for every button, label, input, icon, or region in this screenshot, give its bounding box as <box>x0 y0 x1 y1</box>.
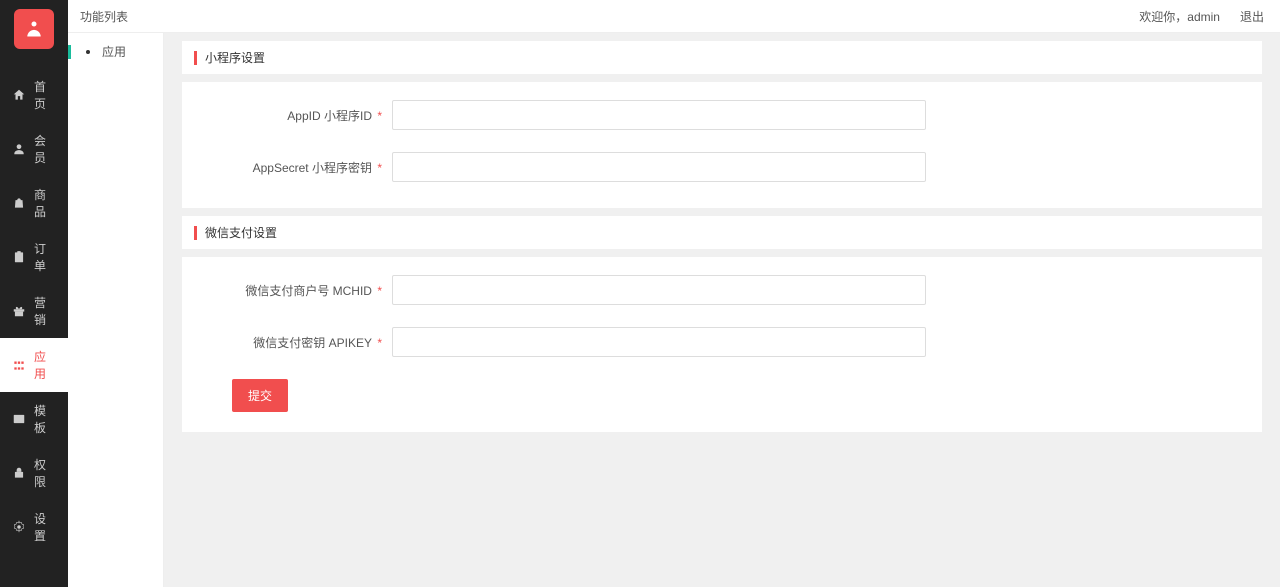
mchid-label: 微信支付商户号 MCHID * <box>202 282 392 299</box>
appid-label: AppID 小程序ID * <box>202 107 392 124</box>
mchid-input[interactable] <box>392 275 926 305</box>
logout-link[interactable]: 退出 <box>1240 8 1264 25</box>
required-mark: * <box>374 336 382 350</box>
logo <box>0 0 68 58</box>
nav-member-label: 会员 <box>34 132 56 166</box>
header-title: 功能列表 <box>80 8 128 25</box>
subnav-item-label: 应用 <box>102 43 126 60</box>
nav-home-label: 首页 <box>34 78 56 112</box>
nav-home[interactable]: 首页 <box>0 68 68 122</box>
app-icon <box>12 358 26 372</box>
main-sidebar: 首页 会员 商品 订单 营销 应用 <box>0 0 68 587</box>
user-icon <box>12 142 26 156</box>
nav-order[interactable]: 订单 <box>0 230 68 284</box>
nav-permission-label: 权限 <box>34 456 56 490</box>
sub-nav: 应用 <box>68 33 164 587</box>
miniprogram-card-body: AppID 小程序ID * AppSecret 小程序密钥 * <box>182 82 1262 208</box>
nav-marketing-label: 营销 <box>34 294 56 328</box>
bag-icon <box>12 196 26 210</box>
lock-icon <box>12 466 26 480</box>
appsecret-input[interactable] <box>392 152 926 182</box>
nav-app[interactable]: 应用 <box>0 338 68 392</box>
nav-app-label: 应用 <box>34 348 56 382</box>
nav-settings-label: 设置 <box>34 510 56 544</box>
wxpay-title: 微信支付设置 <box>205 224 277 241</box>
gift-icon <box>12 304 26 318</box>
wxpay-card-body: 微信支付商户号 MCHID * 微信支付密钥 APIKEY * 提交 <box>182 257 1262 432</box>
top-header: 功能列表 欢迎你，admin 退出 <box>68 0 1280 33</box>
nav-permission[interactable]: 权限 <box>0 446 68 500</box>
required-mark: * <box>374 284 382 298</box>
apikey-label: 微信支付密钥 APIKEY * <box>202 334 392 351</box>
nav-marketing[interactable]: 营销 <box>0 284 68 338</box>
image-icon <box>12 412 26 426</box>
miniprogram-title: 小程序设置 <box>205 49 265 66</box>
nav-goods-label: 商品 <box>34 186 56 220</box>
clipboard-icon <box>12 250 26 264</box>
submit-button[interactable]: 提交 <box>232 379 288 412</box>
required-mark: * <box>374 161 382 175</box>
nav-template-label: 模板 <box>34 402 56 436</box>
gear-icon <box>12 520 26 534</box>
nav-goods[interactable]: 商品 <box>0 176 68 230</box>
apikey-input[interactable] <box>392 327 926 357</box>
appid-input[interactable] <box>392 100 926 130</box>
required-mark: * <box>374 109 382 123</box>
bullet-icon <box>86 50 90 54</box>
logo-icon <box>14 9 54 49</box>
miniprogram-card-header: 小程序设置 <box>182 41 1262 74</box>
nav-order-label: 订单 <box>34 240 56 274</box>
nav-member[interactable]: 会员 <box>0 122 68 176</box>
nav-settings[interactable]: 设置 <box>0 500 68 554</box>
main-content: 小程序设置 AppID 小程序ID * <box>164 33 1280 587</box>
nav-template[interactable]: 模板 <box>0 392 68 446</box>
subnav-item-app[interactable]: 应用 <box>68 33 163 70</box>
wxpay-card-header: 微信支付设置 <box>182 216 1262 249</box>
appsecret-label: AppSecret 小程序密钥 * <box>202 159 392 176</box>
header-welcome: 欢迎你，admin <box>1139 8 1220 25</box>
home-icon <box>12 88 26 102</box>
